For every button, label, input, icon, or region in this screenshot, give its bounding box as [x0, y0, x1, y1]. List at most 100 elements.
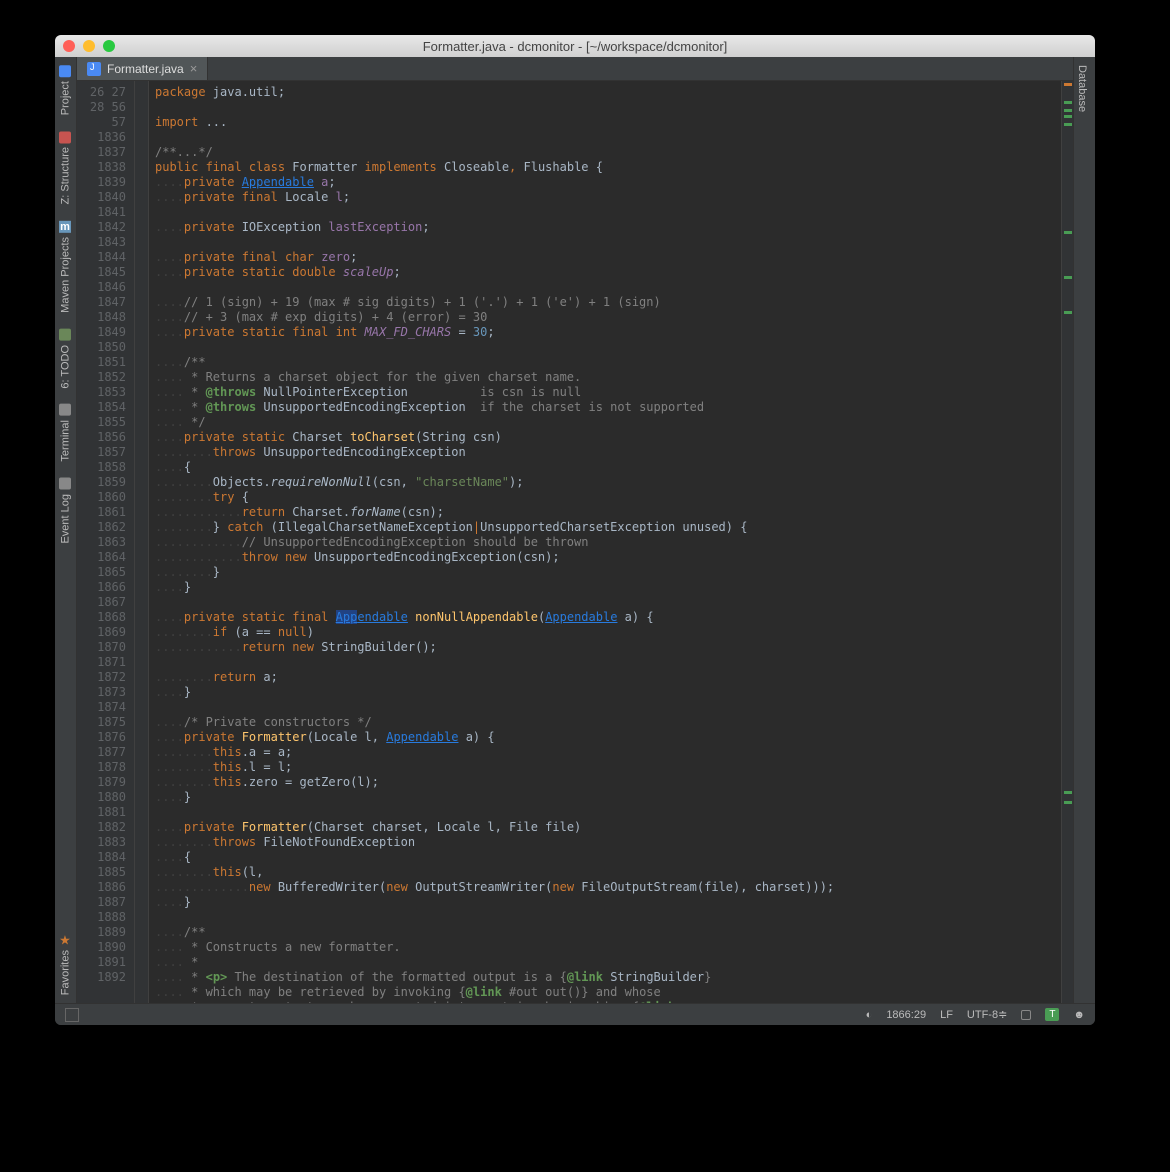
stripe-mark[interactable] [1064, 791, 1072, 794]
code-line[interactable]: ....} [155, 895, 1061, 910]
error-stripe[interactable] [1061, 81, 1073, 1003]
code-line[interactable]: .... * <p> The destination of the format… [155, 970, 1061, 985]
code-line[interactable]: ....{ [155, 460, 1061, 475]
code-line[interactable]: ....} [155, 685, 1061, 700]
struct-icon [60, 131, 72, 143]
code-line[interactable]: ..../* Private constructors */ [155, 715, 1061, 730]
code-line[interactable]: ........try { [155, 490, 1061, 505]
stripe-mark[interactable] [1064, 123, 1072, 126]
code-line[interactable]: ..../** [155, 355, 1061, 370]
code-line[interactable]: ............// UnsupportedEncodingExcept… [155, 535, 1061, 550]
code-line[interactable]: .... * current content may be converted … [155, 1000, 1061, 1003]
progress-icon: ◐ [866, 1009, 873, 1021]
code-line[interactable]: ....private static double scaleUp; [155, 265, 1061, 280]
code-line[interactable]: ....private static Charset toCharset(Str… [155, 430, 1061, 445]
code-line[interactable]: .... * @throws UnsupportedEncodingExcept… [155, 400, 1061, 415]
status-icon[interactable] [65, 1008, 79, 1022]
tool-z-structure[interactable]: Z: Structure [55, 123, 76, 212]
code-line[interactable]: ........Objects.requireNonNull(csn, "cha… [155, 475, 1061, 490]
code-line[interactable] [155, 805, 1061, 820]
close-tab-icon[interactable]: × [190, 61, 198, 76]
stripe-mark[interactable] [1064, 231, 1072, 234]
stripe-mark[interactable] [1064, 276, 1072, 279]
tab-formatter[interactable]: Formatter.java × [77, 57, 208, 80]
code-line[interactable]: ....private final Locale l; [155, 190, 1061, 205]
code-line[interactable]: ........this(l, [155, 865, 1061, 880]
code-line[interactable] [155, 700, 1061, 715]
code-line[interactable]: import ... [155, 115, 1061, 130]
code-line[interactable]: ............throw new UnsupportedEncodin… [155, 550, 1061, 565]
code-line[interactable]: ....private Formatter(Locale l, Appendab… [155, 730, 1061, 745]
stripe-mark[interactable] [1064, 311, 1072, 314]
code-line[interactable]: ....private final char zero; [155, 250, 1061, 265]
code-line[interactable]: ........} catch (IllegalCharsetNameExcep… [155, 520, 1061, 535]
code-line[interactable] [155, 205, 1061, 220]
code-line[interactable] [155, 235, 1061, 250]
tool--todo[interactable]: 6: TODO [55, 321, 76, 397]
code-line[interactable] [155, 100, 1061, 115]
code-line[interactable]: ........this.l = l; [155, 760, 1061, 775]
tool-favorites[interactable]: Favorites★ [55, 926, 76, 1003]
code-line[interactable]: public final class Formatter implements … [155, 160, 1061, 175]
minimize-icon[interactable] [83, 40, 95, 52]
code-line[interactable]: ....// 1 (sign) + 19 (max # sig digits) … [155, 295, 1061, 310]
code-line[interactable]: ....} [155, 580, 1061, 595]
code-line[interactable] [155, 130, 1061, 145]
right-toolbar: Database [1073, 57, 1095, 1003]
code-line[interactable] [155, 340, 1061, 355]
hector-icon[interactable]: ☻ [1073, 1009, 1085, 1021]
tool-maven-projects[interactable]: Maven Projectsm [55, 213, 76, 321]
insert-mode[interactable]: T [1045, 1008, 1059, 1021]
code-line[interactable] [155, 910, 1061, 925]
code-line[interactable]: package java.util; [155, 85, 1061, 100]
code-line[interactable] [155, 595, 1061, 610]
code-line[interactable]: ............return new StringBuilder(); [155, 640, 1061, 655]
titlebar[interactable]: Formatter.java - dcmonitor - [~/workspac… [55, 35, 1095, 57]
code-line[interactable]: ....// + 3 (max # exp digits) + 4 (error… [155, 310, 1061, 325]
stripe-mark[interactable] [1064, 83, 1072, 86]
code-line[interactable]: .... */ [155, 415, 1061, 430]
line-separator[interactable]: LF [940, 1009, 953, 1021]
zoom-icon[interactable] [103, 40, 115, 52]
code-line[interactable]: ........throws FileNotFoundException [155, 835, 1061, 850]
stripe-mark[interactable] [1064, 115, 1072, 118]
fold-column[interactable] [135, 81, 149, 1003]
file-encoding[interactable]: UTF-8≑ [967, 1008, 1007, 1021]
code-line[interactable]: ....{ [155, 850, 1061, 865]
code-line[interactable]: ....} [155, 790, 1061, 805]
stripe-mark[interactable] [1064, 101, 1072, 104]
code-line[interactable]: .... * @throws NullPointerException is c… [155, 385, 1061, 400]
code-line[interactable]: ....private static final int MAX_FD_CHAR… [155, 325, 1061, 340]
code-line[interactable]: .... * Returns a charset object for the … [155, 370, 1061, 385]
code-line[interactable]: .... * [155, 955, 1061, 970]
code-line[interactable]: ....private Appendable a; [155, 175, 1061, 190]
code-line[interactable]: /**...*/ [155, 145, 1061, 160]
code-line[interactable]: ........if (a == null) [155, 625, 1061, 640]
code-line[interactable]: ........throws UnsupportedEncodingExcept… [155, 445, 1061, 460]
code-line[interactable]: ....private static final Appendable nonN… [155, 610, 1061, 625]
code-line[interactable]: .............new BufferedWriter(new Outp… [155, 880, 1061, 895]
code-line[interactable]: ........this.zero = getZero(l); [155, 775, 1061, 790]
code-line[interactable]: ........this.a = a; [155, 745, 1061, 760]
code-line[interactable]: ....private Formatter(Charset charset, L… [155, 820, 1061, 835]
tool-terminal[interactable]: Terminal [55, 396, 76, 470]
tool-event-log[interactable]: Event Log [55, 470, 76, 552]
code-line[interactable]: .... * Constructs a new formatter. [155, 940, 1061, 955]
caret-position[interactable]: 1866:29 [886, 1009, 926, 1021]
code-line[interactable]: ..../** [155, 925, 1061, 940]
code-line[interactable]: ........return a; [155, 670, 1061, 685]
code-line[interactable]: ............return Charset.forName(csn); [155, 505, 1061, 520]
code-line[interactable] [155, 655, 1061, 670]
stripe-mark[interactable] [1064, 801, 1072, 804]
code-line[interactable]: ....private IOException lastException; [155, 220, 1061, 235]
gutter[interactable]: 26 27 28 56 57 1836 1837 1838 1839 1840 … [77, 81, 135, 1003]
close-icon[interactable] [63, 40, 75, 52]
code-line[interactable] [155, 280, 1061, 295]
stripe-mark[interactable] [1064, 109, 1072, 112]
code-line[interactable]: .... * which may be retrieved by invokin… [155, 985, 1061, 1000]
code-line[interactable]: ........} [155, 565, 1061, 580]
code-editor[interactable]: package java.util; import ... /**...*/pu… [149, 81, 1061, 1003]
tool-database[interactable]: Database [1074, 57, 1090, 120]
lock-icon[interactable] [1021, 1010, 1031, 1020]
tool-project[interactable]: Project [55, 57, 76, 123]
